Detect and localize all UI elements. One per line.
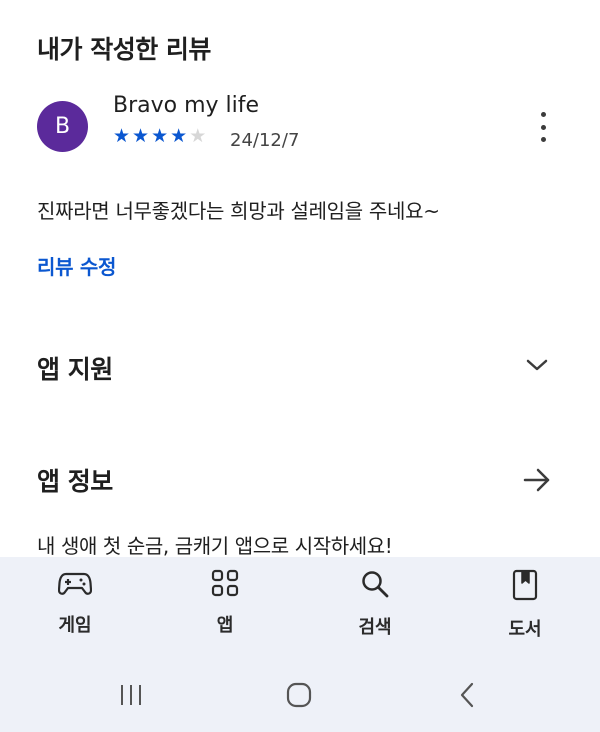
bottom-nav: 게임 앱 검색 도서 bbox=[0, 557, 600, 732]
nav-item-search[interactable]: 검색 bbox=[315, 569, 435, 639]
arrow-right-icon[interactable] bbox=[522, 466, 552, 494]
apps-grid-icon bbox=[211, 569, 239, 597]
chevron-down-icon[interactable] bbox=[524, 355, 550, 375]
more-vert-icon[interactable] bbox=[532, 112, 554, 142]
nav-label-books: 도서 bbox=[508, 619, 542, 640]
app-info-title[interactable]: 앱 정보 bbox=[37, 462, 113, 498]
search-icon bbox=[362, 571, 389, 598]
star-empty-icon: ★ bbox=[189, 125, 207, 147]
home-icon[interactable] bbox=[285, 681, 313, 709]
nav-label-apps: 앱 bbox=[216, 615, 234, 636]
app-support-title[interactable]: 앱 지원 bbox=[37, 350, 113, 386]
star-icon: ★ bbox=[113, 125, 131, 147]
star-icon: ★ bbox=[170, 125, 188, 147]
nav-item-games[interactable]: 게임 bbox=[15, 569, 135, 637]
nav-item-books[interactable]: 도서 bbox=[465, 569, 585, 641]
system-nav-bar bbox=[0, 680, 600, 710]
review-text: 진짜라면 너무좋겠다는 희망과 설레임을 주네요~ bbox=[37, 199, 440, 223]
reviews-section-title: 내가 작성한 리뷰 bbox=[37, 35, 211, 64]
back-icon[interactable] bbox=[456, 681, 480, 709]
review-author: Bravo my life bbox=[113, 93, 260, 118]
star-icon: ★ bbox=[132, 125, 150, 147]
avatar: B bbox=[37, 101, 88, 152]
gamepad-icon bbox=[58, 572, 92, 595]
app-info-subtitle: 내 생애 첫 순금, 금캐기 앱으로 시작하세요! bbox=[37, 534, 393, 558]
edit-review-link[interactable]: 리뷰 수정 bbox=[37, 251, 116, 280]
nav-item-apps[interactable]: 앱 bbox=[165, 569, 285, 637]
star-rating: ★ ★ ★ ★ ★ bbox=[113, 126, 206, 146]
nav-label-games: 게임 bbox=[58, 615, 92, 636]
star-icon: ★ bbox=[151, 125, 169, 147]
recent-apps-icon[interactable] bbox=[118, 682, 144, 708]
book-icon bbox=[512, 569, 538, 601]
review-date: 24/12/7 bbox=[230, 130, 300, 151]
avatar-letter: B bbox=[54, 114, 71, 139]
nav-label-search: 검색 bbox=[358, 617, 392, 638]
